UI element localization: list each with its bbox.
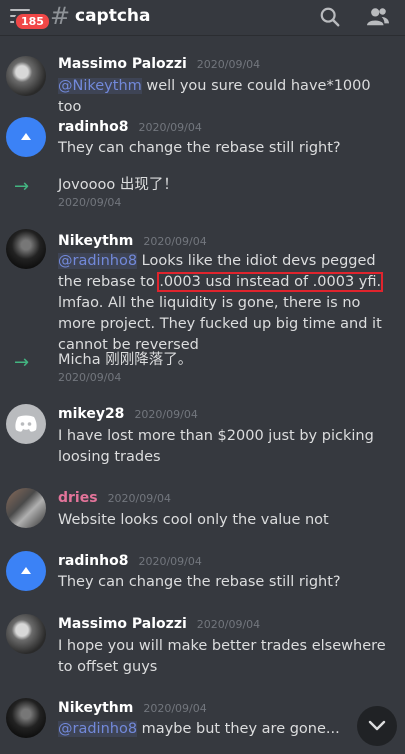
timestamp: 2020/09/04: [196, 58, 261, 71]
join-arrow-icon: →: [14, 176, 30, 197]
message-item: Nikeythm 2020/09/04 @radinho8 Looks like …: [0, 229, 405, 353]
username[interactable]: radinho8 2020/09/04: [58, 119, 202, 135]
avatar[interactable]: [6, 698, 46, 738]
scroll-to-bottom-button[interactable]: [357, 706, 397, 746]
join-text: Micha 刚刚降落了。: [58, 352, 193, 368]
username[interactable]: Nikeythm 2020/09/04: [58, 700, 207, 716]
timestamp: 2020/09/04: [58, 371, 122, 384]
message-text: @Nikeythm well you sure could have*1000 …: [58, 78, 371, 115]
channel-name: captcha: [75, 6, 151, 26]
highlighted-text: .0003 usd instead of .0003 yfi.: [157, 272, 384, 292]
message-item: radinho8 2020/09/04 They can change the r…: [0, 551, 405, 601]
search-icon[interactable]: [319, 6, 341, 28]
avatar[interactable]: [6, 404, 46, 444]
discord-logo-icon: [15, 415, 37, 432]
join-text: Jovoooo 出现了！: [58, 177, 178, 193]
user-mention[interactable]: @Nikeythm: [58, 78, 142, 94]
channel-hash-icon: #: [50, 2, 71, 30]
avatar[interactable]: [6, 229, 46, 269]
timestamp: 2020/09/04: [107, 492, 171, 505]
message-text: They can change the rebase still right?: [58, 574, 341, 590]
bot-icon: [21, 133, 31, 140]
username[interactable]: dries 2020/09/04: [58, 490, 171, 506]
timestamp: 2020/09/04: [143, 235, 207, 248]
avatar[interactable]: [6, 551, 46, 591]
message-text: @radinho8 Looks like the idiot devs pegg…: [58, 253, 384, 353]
user-mention[interactable]: @radinho8: [58, 721, 138, 737]
username[interactable]: radinho8 2020/09/04: [58, 553, 202, 569]
message-text: Website looks cool only the value not: [58, 512, 329, 528]
message-item: Massimo Palozzi 2020/09/04 I hope you wil…: [0, 614, 405, 684]
join-message: → Jovoooo 出现了！ 2020/09/04: [0, 172, 405, 214]
avatar[interactable]: [6, 614, 46, 654]
message-text: They can change the rebase still right?: [58, 140, 341, 156]
join-message: → Micha 刚刚降落了。 2020/09/04: [0, 347, 405, 389]
message-text: @radinho8 maybe but they are gone...: [58, 721, 340, 737]
join-arrow-icon: →: [14, 352, 30, 373]
chevron-down-icon: [368, 720, 386, 731]
username[interactable]: mikey28 2020/09/04: [58, 406, 198, 422]
message-text: I have lost more than $2000 just by pick…: [58, 428, 374, 465]
username[interactable]: Massimo Palozzi 2020/09/04: [58, 616, 260, 632]
message-item: radinho8 2020/09/04 They can change the r…: [0, 117, 405, 167]
bot-icon: [21, 567, 31, 574]
message-item: dries 2020/09/04 Website looks cool only …: [0, 488, 405, 538]
unread-badge: 185: [14, 11, 51, 31]
message-item: Massimo Palozzi 2020/09/04 @Nikeythm well…: [0, 52, 405, 115]
message-item: mikey28 2020/09/04 I have lost more than …: [0, 404, 405, 472]
avatar[interactable]: [6, 117, 46, 157]
timestamp: 2020/09/04: [138, 121, 202, 134]
username[interactable]: Massimo Palozzi 2020/09/04: [58, 56, 260, 72]
timestamp: 2020/09/04: [196, 618, 261, 631]
message-text: I hope you will make better trades elsew…: [58, 638, 386, 675]
timestamp: 2020/09/04: [134, 408, 198, 421]
avatar[interactable]: [6, 488, 46, 528]
channel-header: 185 # captcha: [0, 0, 405, 36]
members-icon[interactable]: [366, 6, 390, 28]
username[interactable]: Nikeythm 2020/09/04: [58, 233, 207, 249]
user-mention[interactable]: @radinho8: [58, 253, 138, 269]
timestamp: 2020/09/04: [138, 555, 202, 568]
message-item: Nikeythm 2020/09/04 @radinho8 maybe but t…: [0, 698, 405, 754]
timestamp: 2020/09/04: [58, 196, 122, 209]
avatar[interactable]: [6, 56, 46, 96]
menu-button[interactable]: 185: [0, 0, 51, 36]
timestamp: 2020/09/04: [143, 702, 207, 715]
